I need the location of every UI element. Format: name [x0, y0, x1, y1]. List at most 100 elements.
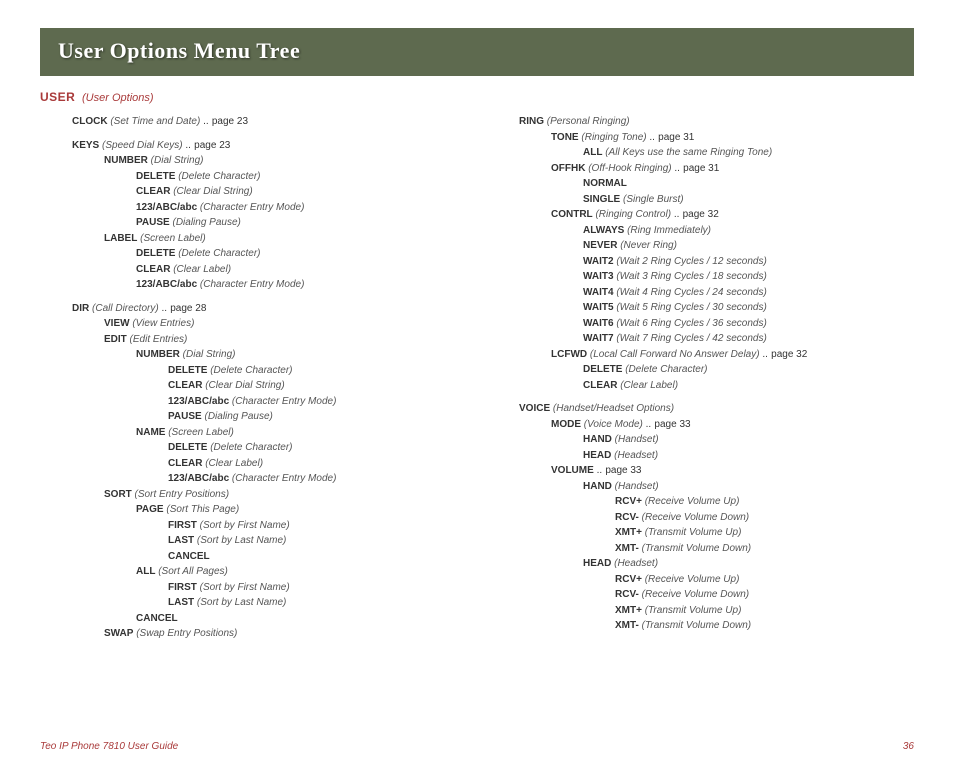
menu-label: SORT: [104, 489, 132, 500]
menu-desc: (Ringing Tone): [579, 132, 647, 143]
menu-entry: NORMAL: [487, 176, 914, 192]
menu-label: HAND: [583, 434, 612, 445]
menu-entry: LAST (Sort by Last Name): [40, 595, 467, 611]
menu-label: 123/ABC/abc: [136, 279, 197, 290]
menu-desc: (Transmit Volume Up): [642, 605, 741, 616]
menu-desc: (Set Time and Date): [108, 116, 201, 127]
menu-label: LCFWD: [551, 349, 587, 360]
menu-label: SWAP: [104, 628, 133, 639]
menu-entry: DELETE (Delete Character): [40, 169, 467, 185]
menu-desc: (Wait 6 Ring Cycles / 36 seconds): [614, 318, 767, 329]
menu-desc: (Sort by Last Name): [194, 535, 286, 546]
menu-label: MODE: [551, 419, 581, 430]
menu-label: OFFHK: [551, 163, 585, 174]
menu-desc: (Personal Ringing): [544, 116, 630, 127]
menu-entry: MODE (Voice Mode) ......................…: [487, 417, 914, 433]
menu-label: CANCEL: [168, 551, 210, 562]
menu-desc: (Delete Character): [207, 442, 292, 453]
menu-entry: SORT (Sort Entry Positions): [40, 487, 467, 503]
menu-label: WAIT6: [583, 318, 614, 329]
menu-label: NEVER: [583, 240, 617, 251]
page-ref: page 31: [680, 163, 719, 174]
menu-label: RCV-: [615, 589, 639, 600]
menu-label: HEAD: [583, 558, 611, 569]
footer: Teo IP Phone 7810 User Guide 36: [40, 741, 914, 752]
menu-entry: DELETE (Delete Character): [487, 362, 914, 378]
menu-label: DELETE: [168, 442, 207, 453]
menu-label: DIR: [72, 303, 89, 314]
menu-entry: XMT+ (Transmit Volume Up): [487, 603, 914, 619]
menu-label: DELETE: [168, 365, 207, 376]
menu-label: PAUSE: [136, 217, 170, 228]
menu-desc: (Handset): [612, 434, 659, 445]
menu-entry: CLEAR (Clear Label): [40, 262, 467, 278]
menu-desc: (Sort by First Name): [197, 520, 290, 531]
menu-entry: ALWAYS (Ring Immediately): [487, 223, 914, 239]
menu-desc: (Transmit Volume Down): [639, 620, 751, 631]
menu-desc: (Delete Character): [175, 171, 260, 182]
menu-desc: (Character Entry Mode): [229, 396, 336, 407]
page-ref: page 33: [603, 465, 642, 476]
menu-label: VOICE: [519, 403, 550, 414]
menu-entry: KEYS (Speed Dial Keys) .................…: [40, 138, 467, 154]
menu-label: DELETE: [136, 171, 175, 182]
left-column: CLOCK (Set Time and Date) ..............…: [40, 110, 467, 642]
menu-label: XMT+: [615, 605, 642, 616]
page-ref: page 28: [167, 303, 206, 314]
menu-entry: WAIT7 (Wait 7 Ring Cycles / 42 seconds): [487, 331, 914, 347]
menu-desc: (Clear Label): [617, 380, 678, 391]
menu-entry: NUMBER (Dial String): [40, 153, 467, 169]
page-title: User Options Menu Tree: [58, 38, 300, 63]
menu-entry: 123/ABC/abc (Character Entry Mode): [40, 394, 467, 410]
menu-entry: CLOCK (Set Time and Date) ..............…: [40, 114, 467, 130]
menu-entry: NEVER (Never Ring): [487, 238, 914, 254]
menu-label: HAND: [583, 481, 612, 492]
menu-desc: (Receive Volume Up): [642, 574, 739, 585]
menu-label: CLEAR: [168, 458, 202, 469]
menu-label: 123/ABC/abc: [136, 202, 197, 213]
menu-label: LABEL: [104, 233, 137, 244]
menu-entry: CLEAR (Clear Dial String): [40, 184, 467, 200]
section-header: USER (User Options): [40, 90, 914, 104]
footer-left: Teo IP Phone 7810 User Guide: [40, 741, 178, 752]
menu-desc: (Headset): [611, 450, 658, 461]
menu-desc: (Voice Mode): [581, 419, 643, 430]
menu-label: SINGLE: [583, 194, 620, 205]
menu-entry: RCV+ (Receive Volume Up): [487, 494, 914, 510]
menu-label: WAIT3: [583, 271, 614, 282]
menu-label: NUMBER: [104, 155, 148, 166]
menu-desc: (Screen Label): [137, 233, 205, 244]
menu-entry: EDIT (Edit Entries): [40, 332, 467, 348]
menu-entry: CLEAR (Clear Label): [487, 378, 914, 394]
menu-desc: (Delete Character): [622, 364, 707, 375]
menu-entry: TONE (Ringing Tone) ....................…: [487, 130, 914, 146]
menu-desc: (Delete Character): [175, 248, 260, 259]
menu-label: DELETE: [136, 248, 175, 259]
menu-desc: (Delete Character): [207, 365, 292, 376]
menu-desc: (Character Entry Mode): [229, 473, 336, 484]
menu-desc: (Sort All Pages): [155, 566, 227, 577]
menu-label: NAME: [136, 427, 165, 438]
menu-entry: OFFHK (Off-Hook Ringing) ...............…: [487, 161, 914, 177]
menu-label: RCV-: [615, 512, 639, 523]
menu-label: WAIT4: [583, 287, 614, 298]
menu-entry: CLEAR (Clear Dial String): [40, 378, 467, 394]
menu-entry: VOICE (Handset/Headset Options): [487, 401, 914, 417]
menu-label: 123/ABC/abc: [168, 396, 229, 407]
menu-label: VOLUME: [551, 465, 594, 476]
menu-desc: (Local Call Forward No Answer Delay): [587, 349, 759, 360]
page-ref: page 23: [209, 116, 248, 127]
menu-entry: ALL (Sort All Pages): [40, 564, 467, 580]
menu-label: RCV+: [615, 496, 642, 507]
menu-label: EDIT: [104, 334, 127, 345]
menu-entry: XMT- (Transmit Volume Down): [487, 541, 914, 557]
menu-desc: (Wait 5 Ring Cycles / 30 seconds): [614, 302, 767, 313]
menu-entry: LCFWD (Local Call Forward No Answer Dela…: [487, 347, 914, 363]
menu-entry: 123/ABC/abc (Character Entry Mode): [40, 200, 467, 216]
menu-desc: (Single Burst): [620, 194, 683, 205]
menu-entry: CONTRL (Ringing Control) ...............…: [487, 207, 914, 223]
menu-desc: (Swap Entry Positions): [133, 628, 237, 639]
menu-label: KEYS: [72, 140, 99, 151]
menu-entry: HAND (Handset): [487, 479, 914, 495]
menu-entry: RCV+ (Receive Volume Up): [487, 572, 914, 588]
